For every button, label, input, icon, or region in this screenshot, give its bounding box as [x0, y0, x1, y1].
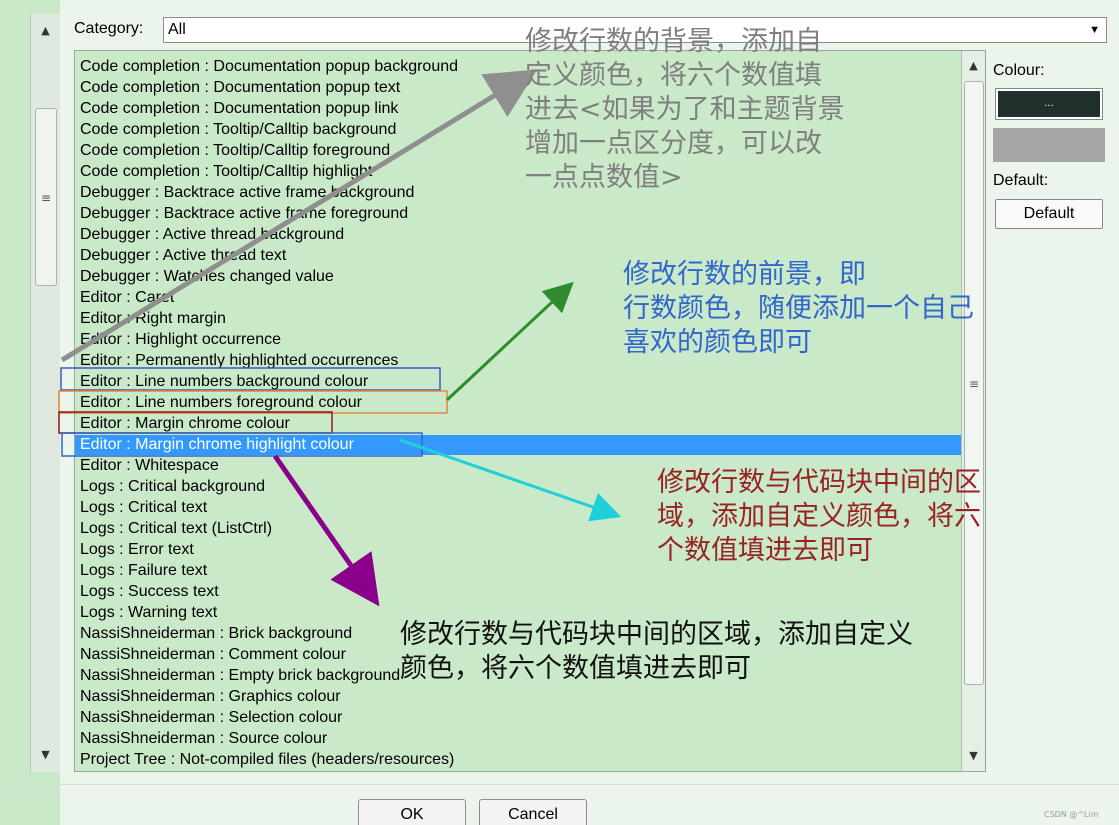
- scroll-thumb[interactable]: ≡: [964, 81, 984, 685]
- list-item[interactable]: Editor : Line numbers background colour: [75, 372, 961, 392]
- list-item[interactable]: Editor : Line numbers foreground colour: [75, 393, 961, 413]
- left-scrollbar[interactable]: ▲ ≡ ▼: [30, 14, 60, 772]
- note-margin-chrome: 修改行数与代码块中间的区 域，添加自定义颜色，将六 个数值填进去即可: [657, 467, 981, 566]
- scroll-down-arrow-icon[interactable]: ▼: [962, 745, 985, 767]
- list-item[interactable]: NassiShneiderman : Source colour: [75, 729, 961, 749]
- default-label: Default:: [993, 172, 1049, 189]
- cancel-button[interactable]: Cancel: [479, 799, 587, 825]
- category-value: All: [168, 21, 186, 38]
- watermark: CSDN @^Lim: [1044, 810, 1099, 819]
- default-button[interactable]: Default: [995, 199, 1103, 229]
- colour-label: Colour:: [993, 62, 1045, 79]
- list-item[interactable]: Debugger : Active thread background: [75, 225, 961, 245]
- list-item[interactable]: Editor : Margin chrome highlight colour: [75, 435, 961, 455]
- list-item[interactable]: Project Tree : Not-compiled files (heade…: [75, 750, 961, 770]
- category-label: Category:: [74, 20, 144, 37]
- list-scrollbar[interactable]: ▲ ≡ ▼: [961, 51, 985, 771]
- list-item[interactable]: Logs : Success text: [75, 582, 961, 602]
- colour-preview: [993, 128, 1105, 162]
- colour-swatch: ...: [998, 91, 1100, 117]
- list-item[interactable]: NassiShneiderman : Graphics colour: [75, 687, 961, 707]
- scroll-down-arrow-icon[interactable]: ▼: [31, 744, 60, 766]
- note-margin-chrome-highlight: 修改行数与代码块中间的区域，添加自定义 颜色，将六个数值填进去即可: [400, 619, 913, 684]
- chevron-down-icon[interactable]: ▼: [1089, 18, 1100, 42]
- footer-divider: [0, 784, 1119, 785]
- colour-picker-button[interactable]: ...: [995, 88, 1103, 120]
- scroll-thumb[interactable]: ≡: [35, 108, 57, 286]
- ok-button[interactable]: OK: [358, 799, 466, 825]
- list-item[interactable]: Debugger : Backtrace active frame foregr…: [75, 204, 961, 224]
- note-line-number-background: 修改行数的背景，添加自 定义颜色，将六个数值填 进去<如果为了和主题背景 增加一点区分…: [525, 26, 845, 193]
- scroll-up-arrow-icon[interactable]: ▲: [31, 20, 60, 42]
- list-item[interactable]: Editor : Margin chrome colour: [75, 414, 961, 434]
- note-line-number-foreground: 修改行数的前景，即 行数颜色，随便添加一个自己 喜欢的颜色即可: [623, 259, 974, 358]
- list-item[interactable]: NassiShneiderman : Selection colour: [75, 708, 961, 728]
- scroll-up-arrow-icon[interactable]: ▲: [962, 55, 985, 77]
